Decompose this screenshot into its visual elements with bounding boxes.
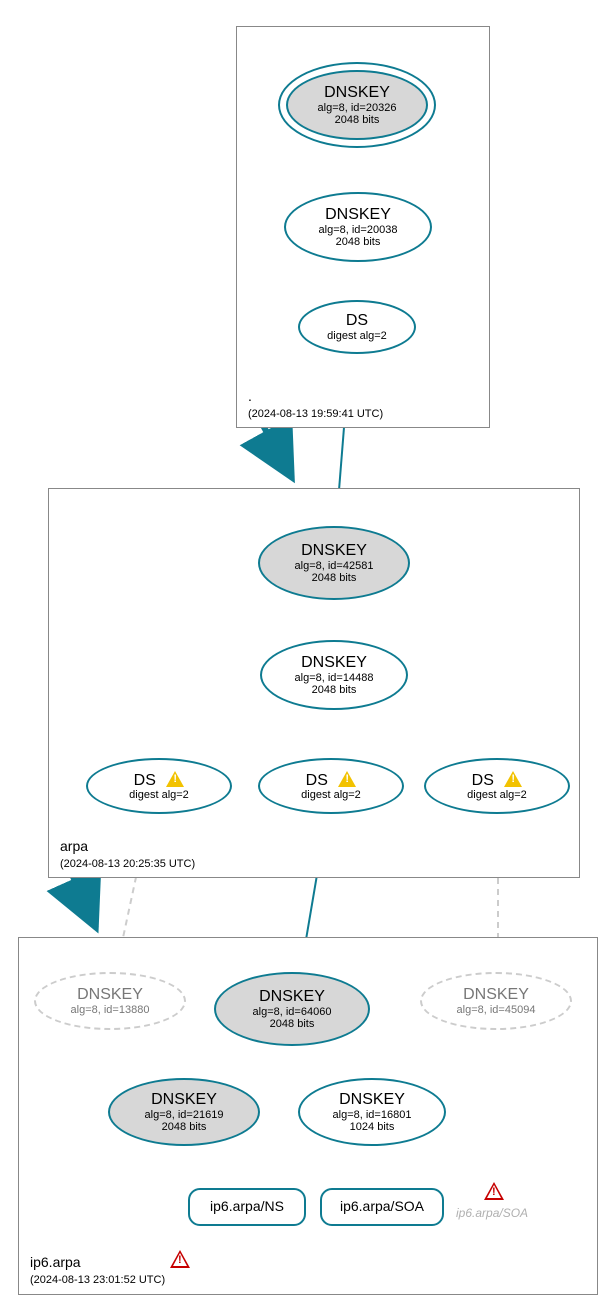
ghost-soa-label: ip6.arpa/SOA <box>456 1206 528 1220</box>
dnskey-label: DNSKEY <box>251 988 333 1006</box>
dnskey-label: DNSKEY <box>455 986 537 1004</box>
dnskey-detail: alg=8, id=16801 <box>325 1109 420 1121</box>
dnskey-bits: 2048 bits <box>154 1121 215 1133</box>
ds-text: DS <box>306 772 328 789</box>
rrset-label: ip6.arpa/SOA <box>332 1199 432 1214</box>
node-ip6-ns[interactable]: ip6.arpa/NS <box>188 1188 306 1226</box>
node-ip6-soa[interactable]: ip6.arpa/SOA <box>320 1188 444 1226</box>
dnskey-label: DNSKEY <box>316 84 398 102</box>
node-ip6-dnskey-13880-missing[interactable]: DNSKEY alg=8, id=13880 <box>34 972 186 1030</box>
dnskey-detail: alg=8, id=13880 <box>63 1004 158 1016</box>
node-ip6-ksk-64060[interactable]: DNSKEY alg=8, id=64060 2048 bits <box>214 972 370 1046</box>
ds-label: DS <box>126 771 193 790</box>
zone-root-label: . <box>248 388 252 405</box>
warning-icon <box>166 771 184 787</box>
error-icon <box>484 1182 504 1200</box>
node-ip6-zsk-21619[interactable]: DNSKEY alg=8, id=21619 2048 bits <box>108 1078 260 1146</box>
zone-arpa-date: (2024-08-13 20:25:35 UTC) <box>60 858 195 871</box>
dnskey-bits: 2048 bits <box>327 114 388 126</box>
dnskey-detail: alg=8, id=20326 <box>310 102 405 114</box>
dnskey-detail: alg=8, id=42581 <box>287 560 382 572</box>
dnskey-label: DNSKEY <box>293 654 375 672</box>
dnskey-detail: alg=8, id=14488 <box>287 672 382 684</box>
dnskey-label: DNSKEY <box>143 1091 225 1109</box>
rrset-label: ip6.arpa/NS <box>202 1199 292 1214</box>
ds-label: DS <box>298 771 365 790</box>
error-icon <box>170 1250 190 1268</box>
node-root-zsk[interactable]: DNSKEY alg=8, id=20038 2048 bits <box>284 192 432 262</box>
ds-detail: digest alg=2 <box>459 789 535 801</box>
ds-label: DS <box>464 771 531 790</box>
dnskey-bits: 1024 bits <box>342 1121 403 1133</box>
dnskey-detail: alg=8, id=21619 <box>137 1109 232 1121</box>
ds-text: DS <box>472 772 494 789</box>
dnskey-detail: alg=8, id=45094 <box>449 1004 544 1016</box>
ds-label: DS <box>338 312 376 330</box>
dnskey-bits: 2048 bits <box>262 1018 323 1030</box>
ds-detail: digest alg=2 <box>293 789 369 801</box>
dnskey-detail: alg=8, id=20038 <box>311 224 406 236</box>
node-root-ds[interactable]: DS digest alg=2 <box>298 300 416 354</box>
ds-detail: digest alg=2 <box>121 789 197 801</box>
zone-root-date: (2024-08-13 19:59:41 UTC) <box>248 408 383 421</box>
dnskey-label: DNSKEY <box>293 542 375 560</box>
node-root-ksk[interactable]: DNSKEY alg=8, id=20326 2048 bits <box>278 62 436 148</box>
dnskey-detail: alg=8, id=64060 <box>245 1006 340 1018</box>
ds-text: DS <box>134 772 156 789</box>
node-arpa-ksk[interactable]: DNSKEY alg=8, id=42581 2048 bits <box>258 526 410 600</box>
zone-ip6arpa-label: ip6.arpa <box>30 1254 81 1271</box>
node-ip6-zsk-16801[interactable]: DNSKEY alg=8, id=16801 1024 bits <box>298 1078 446 1146</box>
dnskey-label: DNSKEY <box>331 1091 413 1109</box>
dnskey-bits: 2048 bits <box>304 572 365 584</box>
dnskey-label: DNSKEY <box>317 206 399 224</box>
dnskey-label: DNSKEY <box>69 986 151 1004</box>
node-arpa-ds-2[interactable]: DS digest alg=2 <box>258 758 404 814</box>
ds-detail: digest alg=2 <box>319 330 395 342</box>
dnskey-bits: 2048 bits <box>328 236 389 248</box>
node-arpa-zsk[interactable]: DNSKEY alg=8, id=14488 2048 bits <box>260 640 408 710</box>
node-arpa-ds-1[interactable]: DS digest alg=2 <box>86 758 232 814</box>
node-ip6-dnskey-45094-missing[interactable]: DNSKEY alg=8, id=45094 <box>420 972 572 1030</box>
zone-arpa-label: arpa <box>60 838 88 855</box>
zone-ip6arpa-date: (2024-08-13 23:01:52 UTC) <box>30 1274 165 1287</box>
dnskey-bits: 2048 bits <box>304 684 365 696</box>
warning-icon <box>338 771 356 787</box>
warning-icon <box>504 771 522 787</box>
node-arpa-ds-3[interactable]: DS digest alg=2 <box>424 758 570 814</box>
